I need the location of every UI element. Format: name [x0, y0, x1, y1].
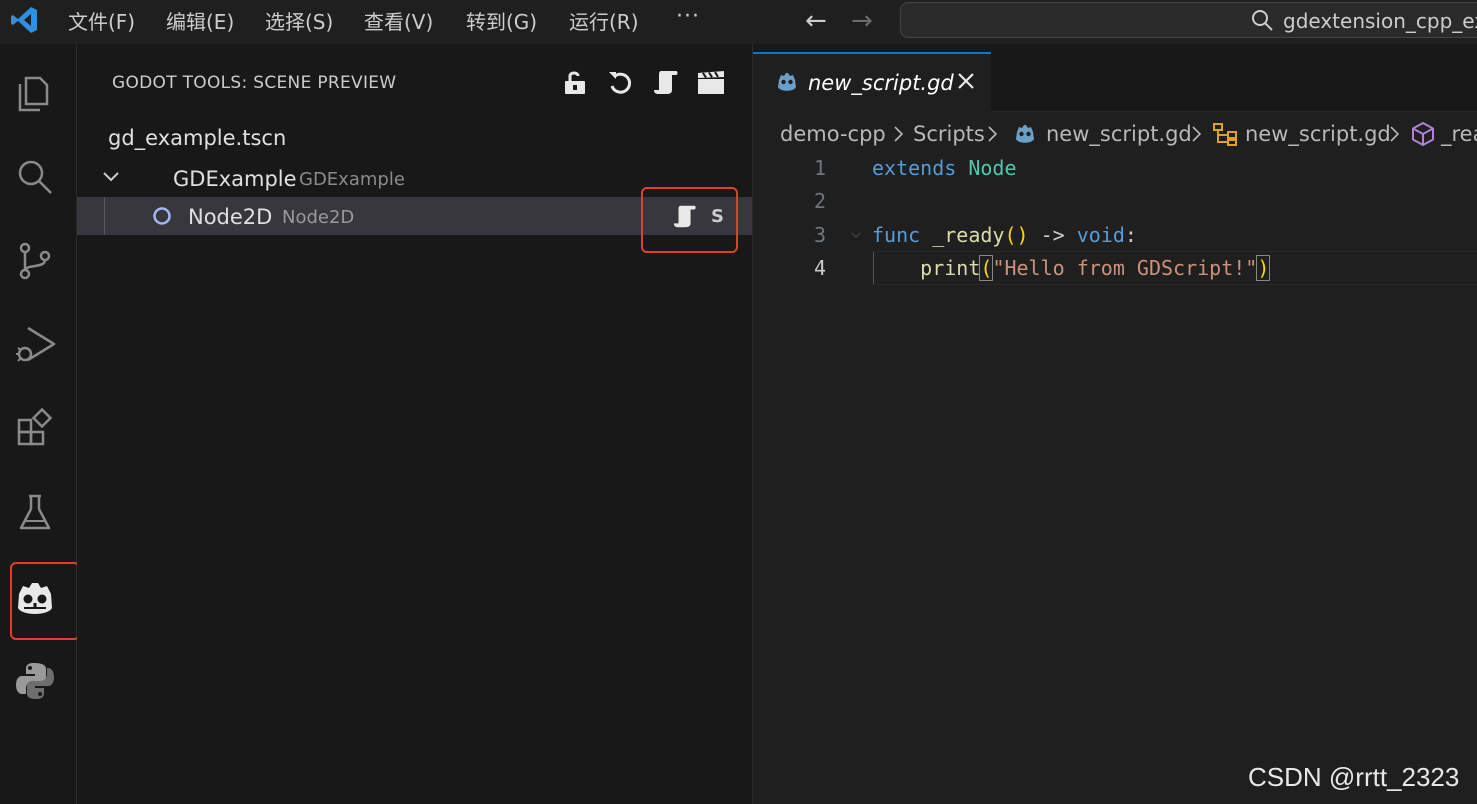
script-icon[interactable]: [652, 68, 680, 96]
search-icon: [1252, 10, 1273, 31]
chevron-right-icon: [1192, 126, 1202, 142]
bracket-token: (: [979, 255, 994, 281]
source-control-icon[interactable]: [14, 240, 56, 282]
class-symbol-icon: [1213, 123, 1237, 146]
search-text: gdextension_cpp_exa: [1283, 9, 1477, 33]
menu-view[interactable]: 查看(V): [364, 8, 433, 36]
menu-edit[interactable]: 编辑(E): [166, 8, 234, 36]
chevron-right-icon: [894, 126, 904, 142]
method-symbol-icon: [1412, 122, 1434, 146]
tree-node-root-type: GDExample: [299, 169, 405, 190]
refresh-icon[interactable]: [606, 68, 634, 96]
menu-run[interactable]: 运行(R): [569, 8, 639, 36]
string-token: "Hello from GDScript!": [992, 256, 1258, 280]
scene-clapper-icon[interactable]: [697, 68, 725, 96]
colon-token: :: [1124, 223, 1137, 247]
type-token: Node: [968, 156, 1017, 180]
line-number: 3: [813, 223, 826, 247]
tree-node-child-type: Node2D: [282, 207, 355, 228]
breadcrumb-class[interactable]: new_script.gd: [1245, 120, 1391, 148]
breadcrumb-demo-cpp[interactable]: demo-cpp: [780, 120, 886, 148]
godot-icon-highlight: [10, 562, 80, 640]
tree-node-root-name[interactable]: GDExample: [173, 165, 297, 193]
node2d-circle-icon: [153, 207, 171, 225]
nav-forward-button[interactable]: →: [851, 6, 873, 36]
menu-file[interactable]: 文件(F): [68, 8, 135, 36]
close-icon[interactable]: [955, 70, 977, 92]
indent-token: [872, 256, 920, 280]
bracket-token: ): [1256, 255, 1271, 281]
line-number: 2: [813, 189, 826, 213]
python-icon[interactable]: [14, 660, 56, 702]
breadcrumb-file[interactable]: new_script.gd: [1046, 120, 1192, 148]
bracket-token: ): [1016, 223, 1029, 247]
breadcrumb-scripts[interactable]: Scripts: [913, 120, 985, 148]
explorer-icon[interactable]: [14, 72, 56, 114]
breadcrumb-method[interactable]: _rea: [1441, 120, 1477, 148]
side-bar: [77, 44, 753, 804]
function-call-token: print: [920, 256, 981, 280]
keyword-token: func: [872, 223, 921, 247]
extensions-icon[interactable]: [14, 408, 56, 450]
editor-area[interactable]: [753, 44, 1477, 804]
chevron-right-icon: [1390, 126, 1400, 142]
fold-chevron-icon[interactable]: [849, 228, 863, 242]
chevron-down-icon[interactable]: [100, 166, 122, 188]
testing-icon[interactable]: [14, 492, 56, 534]
watermark: CSDN @rrtt_2323: [1248, 762, 1460, 792]
vscode-logo-icon[interactable]: [8, 4, 40, 36]
scene-file-name: gd_example.tscn: [108, 126, 287, 150]
gdscript-file-icon: [1016, 125, 1034, 143]
menu-more-button[interactable]: ···: [676, 4, 700, 29]
sidebar-title: GODOT TOOLS: SCENE PREVIEW: [112, 73, 397, 93]
arrow-token: ->: [1040, 223, 1065, 247]
keyword-token: extends: [872, 156, 957, 180]
function-name-token: _ready: [932, 223, 1005, 247]
line-number: 1: [813, 156, 826, 180]
nav-back-button[interactable]: ←: [805, 6, 827, 36]
code-line-1[interactable]: extends Node: [872, 154, 1017, 182]
run-debug-icon[interactable]: [14, 324, 56, 366]
code-line-4[interactable]: print("Hello from GDScript!"): [872, 254, 1271, 282]
script-icon-highlight: [641, 187, 738, 253]
chevron-right-icon: [988, 126, 998, 142]
gdscript-file-icon: [778, 73, 796, 91]
search-icon[interactable]: [14, 156, 56, 198]
code-line-3[interactable]: func _ready() -> void:: [872, 221, 1137, 249]
tab-label[interactable]: new_script.gd: [808, 69, 954, 97]
tree-indent-guide: [104, 197, 105, 235]
tree-node-child-name[interactable]: Node2D: [188, 203, 272, 231]
menu-go[interactable]: 转到(G): [466, 8, 537, 36]
return-type-token: void: [1076, 223, 1125, 247]
menu-selection[interactable]: 选择(S): [265, 8, 333, 36]
line-number-current: 4: [813, 256, 826, 280]
lock-icon[interactable]: [561, 68, 589, 96]
bracket-token: (: [1004, 223, 1017, 247]
